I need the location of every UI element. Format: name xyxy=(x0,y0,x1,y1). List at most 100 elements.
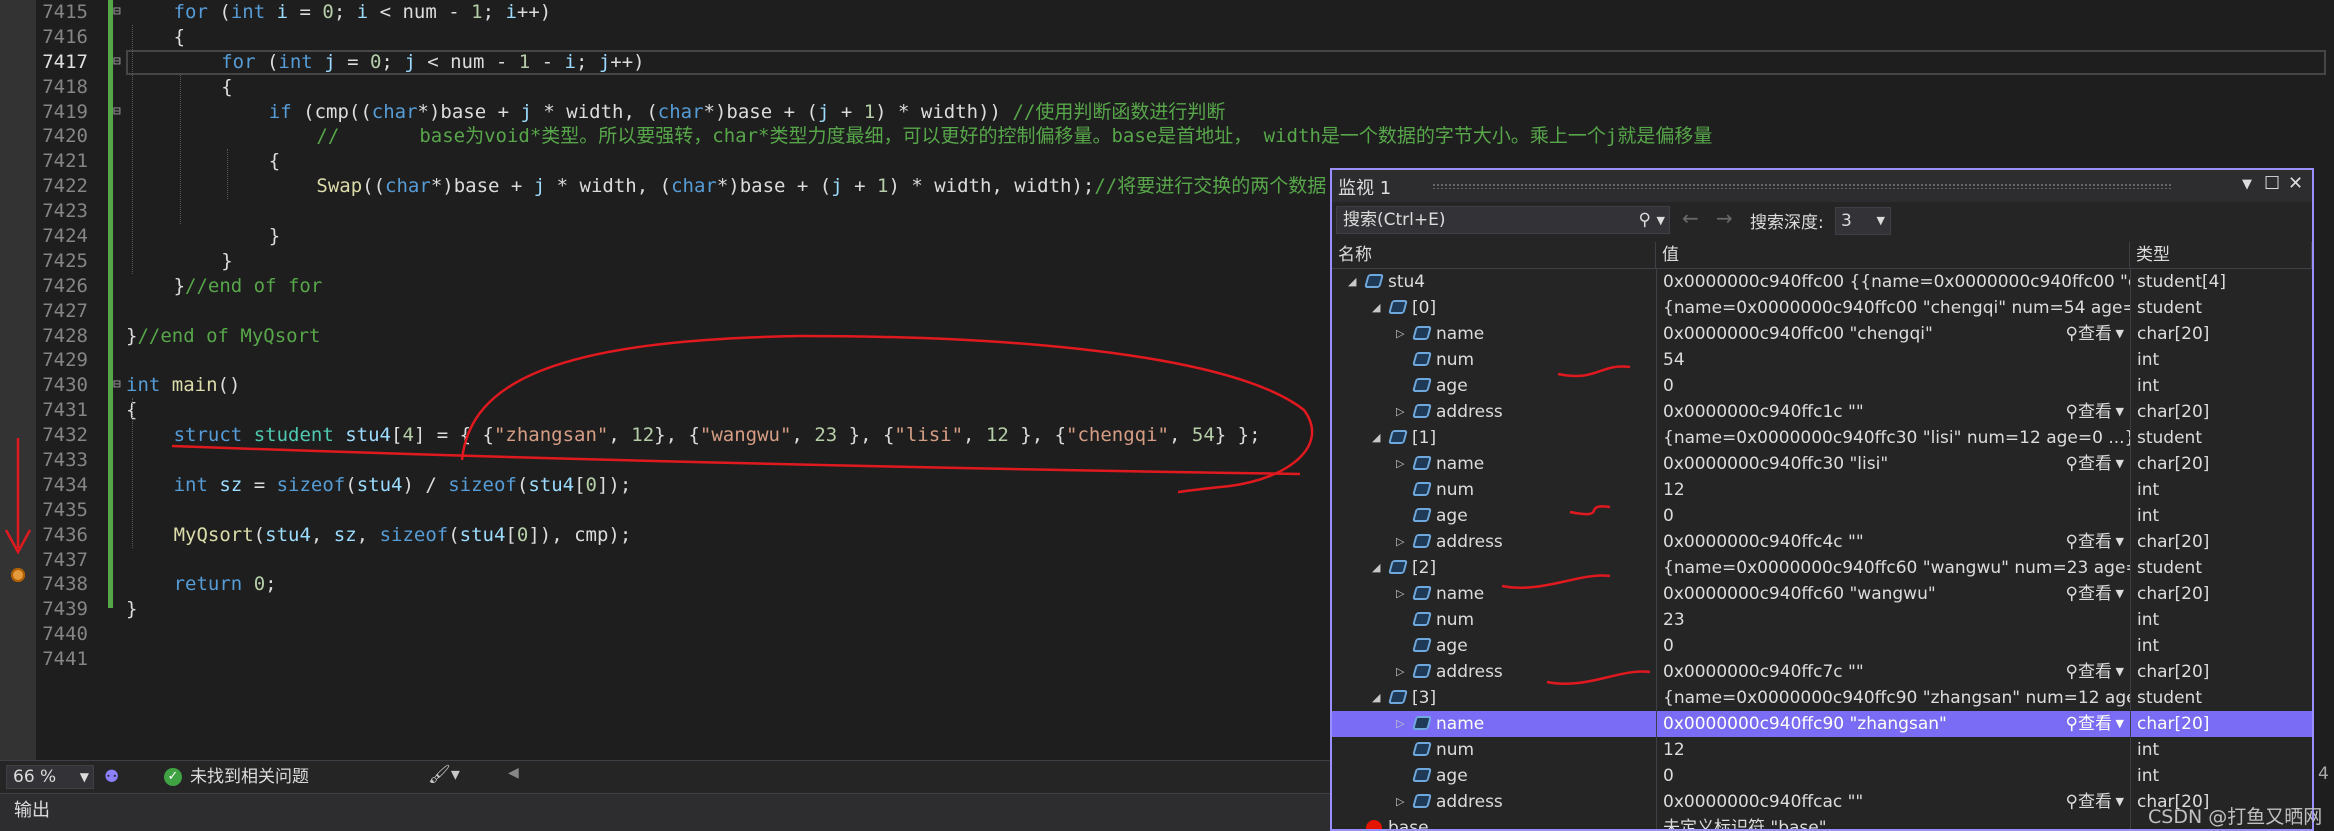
watch-value-cell[interactable]: 12 xyxy=(1656,477,2130,503)
chevron-down-icon[interactable]: ▼ xyxy=(2116,711,2124,737)
watch-value-cell[interactable]: {name=0x0000000c940ffc30 "lisi" num=12 a… xyxy=(1656,425,2130,451)
watch-item-name[interactable]: address xyxy=(1436,659,1503,685)
collapse-triangle-icon[interactable]: ◢ xyxy=(1372,685,1380,711)
fold-margin[interactable]: ⊟ ⊟ ⊟ ⊟ xyxy=(113,0,125,672)
zoom-select[interactable]: 66 % ▼ xyxy=(6,765,94,789)
watch-item-name[interactable]: address xyxy=(1436,529,1503,555)
watch-row[interactable]: age 0 int xyxy=(1332,763,2312,789)
fold-toggle-icon[interactable]: ⊟ xyxy=(113,373,125,398)
search-back-arrow-icon[interactable]: ← xyxy=(1682,206,1699,230)
code-line[interactable]: { xyxy=(126,25,2326,50)
code-line[interactable]: for (int i = 0; i < num - 1; i++) xyxy=(126,0,2326,25)
collapse-triangle-icon[interactable]: ◢ xyxy=(1372,295,1380,321)
collapse-triangle-icon[interactable]: ◢ xyxy=(1372,555,1380,581)
view-visualizer-button[interactable]: ⚲查看 xyxy=(2066,711,2112,737)
watch-value-cell[interactable]: {name=0x0000000c940ffc60 "wangwu" num=23… xyxy=(1656,555,2130,581)
code-line[interactable]: for (int j = 0; j < num - 1 - i; j++) xyxy=(126,49,2326,75)
drag-grip[interactable] xyxy=(1432,183,2172,189)
watch-item-name[interactable]: [2] xyxy=(1412,555,1436,581)
code-line[interactable]: // base为void*类型。所以要强转，char*类型力度最细，可以更好的控… xyxy=(126,124,2326,149)
chevron-down-icon[interactable]: ▼ xyxy=(2116,321,2124,347)
view-visualizer-button[interactable]: ⚲查看 xyxy=(2066,451,2112,477)
watch-value-cell[interactable]: 23 xyxy=(1656,607,2130,633)
watch-title-bar[interactable]: 监视 1 ▼ ☐ ✕ xyxy=(1332,170,2312,202)
column-name-header[interactable]: 名称 xyxy=(1332,242,1656,268)
watch-value-cell[interactable]: 12 xyxy=(1656,737,2130,763)
watch-row[interactable]: age 0 int xyxy=(1332,633,2312,659)
watch-item-name[interactable]: [0] xyxy=(1412,295,1436,321)
watch-item-name[interactable]: [3] xyxy=(1412,685,1436,711)
maximize-icon[interactable]: ☐ xyxy=(2264,173,2280,194)
watch-row[interactable]: ▷ address 0x0000000c940ffc1c "" ⚲查看 ▼ char[20… xyxy=(1332,399,2312,425)
watch-value-cell[interactable]: 0x0000000c940ffc00 "chengqi" ⚲查看 ▼ xyxy=(1656,321,2130,347)
collapse-triangle-icon[interactable]: ◢ xyxy=(1372,425,1380,451)
chevron-down-icon[interactable]: ▼ xyxy=(2116,399,2124,425)
watch-value-cell[interactable]: {name=0x0000000c940ffc00 "chengqi" num=5… xyxy=(1656,295,2130,321)
copilot-icon[interactable]: ⚉ xyxy=(104,767,119,787)
column-type-header[interactable]: 类型 xyxy=(2130,242,2312,268)
watch-item-name[interactable]: num xyxy=(1436,607,1474,633)
watch-row[interactable]: num 12 int xyxy=(1332,737,2312,763)
issues-status[interactable]: 未找到相关问题 xyxy=(190,765,309,789)
chevron-down-icon[interactable]: ▼ xyxy=(1657,208,1665,234)
window-menu-chevron-icon[interactable]: ▼ xyxy=(2242,177,2252,192)
watch-value-cell[interactable]: 0x0000000c940ffc60 "wangwu" ⚲查看 ▼ xyxy=(1656,581,2130,607)
watch-item-name[interactable]: age xyxy=(1436,373,1468,399)
watch-value-cell[interactable]: {name=0x0000000c940ffc90 "zhangsan" num=… xyxy=(1656,685,2130,711)
view-visualizer-button[interactable]: ⚲查看 xyxy=(2066,399,2112,425)
watch-row[interactable]: num 12 int xyxy=(1332,477,2312,503)
expand-triangle-icon[interactable]: ▷ xyxy=(1396,399,1404,425)
watch-row[interactable]: ◢ [2] {name=0x0000000c940ffc60 "wangwu" nu… xyxy=(1332,555,2312,581)
watch-value-cell[interactable]: 0x0000000c940ffc7c "" ⚲查看 ▼ xyxy=(1656,659,2130,685)
watch-item-name[interactable]: [1] xyxy=(1412,425,1436,451)
search-depth-select[interactable]: 3 ▼ xyxy=(1835,207,1891,235)
breakpoint-gutter[interactable] xyxy=(0,0,36,760)
expand-triangle-icon[interactable]: ▷ xyxy=(1396,789,1404,815)
search-input[interactable]: 搜索(Ctrl+E) ⚲ ▼ xyxy=(1336,206,1670,234)
watch-value-cell[interactable]: 0x0000000c940ffc4c "" ⚲查看 ▼ xyxy=(1656,529,2130,555)
watch-item-name[interactable]: address xyxy=(1436,789,1503,815)
watch-item-name[interactable]: age xyxy=(1436,763,1468,789)
current-statement-breakpoint-icon[interactable] xyxy=(11,568,25,582)
watch-row[interactable]: ▷ name 0x0000000c940ffc90 "zhangsan" ⚲查看 ▼ ch… xyxy=(1332,711,2312,737)
expand-triangle-icon[interactable]: ▷ xyxy=(1396,451,1404,477)
output-panel-tab[interactable]: 输出 xyxy=(0,793,1330,831)
search-icon[interactable]: ⚲ xyxy=(1639,207,1651,233)
view-visualizer-button[interactable]: ⚲查看 xyxy=(2066,581,2112,607)
watch-row[interactable]: num 54 int xyxy=(1332,347,2312,373)
expand-triangle-icon[interactable]: ▷ xyxy=(1396,711,1404,737)
watch-row[interactable]: ◢ [0] {name=0x0000000c940ffc00 "chengqi" n… xyxy=(1332,295,2312,321)
watch-value-cell[interactable]: 未定义标识符 "base" xyxy=(1656,815,2130,829)
chevron-down-icon[interactable]: ▼ xyxy=(2116,789,2124,815)
expand-triangle-icon[interactable]: ▷ xyxy=(1396,659,1404,685)
watch-value-cell[interactable]: 0x0000000c940ffc1c "" ⚲查看 ▼ xyxy=(1656,399,2130,425)
watch-row[interactable]: ◢ [3] {name=0x0000000c940ffc90 "zhangsan" … xyxy=(1332,685,2312,711)
watch-row[interactable]: ▷ name 0x0000000c940ffc60 "wangwu" ⚲查看 ▼ char… xyxy=(1332,581,2312,607)
watch-value-cell[interactable]: 54 xyxy=(1656,347,2130,373)
watch-row[interactable]: ◢ [1] {name=0x0000000c940ffc30 "lisi" num=… xyxy=(1332,425,2312,451)
view-visualizer-button[interactable]: ⚲查看 xyxy=(2066,529,2112,555)
view-visualizer-button[interactable]: ⚲查看 xyxy=(2066,659,2112,685)
watch-row[interactable]: ▷ name 0x0000000c940ffc30 "lisi" ⚲查看 ▼ char[2… xyxy=(1332,451,2312,477)
fold-toggle-icon[interactable]: ⊟ xyxy=(113,0,125,25)
watch-value-cell[interactable]: 0x0000000c940ffc90 "zhangsan" ⚲查看 ▼ xyxy=(1656,711,2130,737)
watch-item-name[interactable]: age xyxy=(1436,633,1468,659)
expand-triangle-icon[interactable]: ▷ xyxy=(1396,321,1404,347)
watch-value-cell[interactable]: 0 xyxy=(1656,373,2130,399)
watch-item-name[interactable]: name xyxy=(1436,581,1484,607)
watch-window[interactable]: 监视 1 ▼ ☐ ✕ 搜索(Ctrl+E) ⚲ ▼ ← → 搜索深度: 3 ▼ 名… xyxy=(1330,168,2314,831)
view-visualizer-button[interactable]: ⚲查看 xyxy=(2066,789,2112,815)
watch-row[interactable]: num 23 int xyxy=(1332,607,2312,633)
column-value-header[interactable]: 值 xyxy=(1656,242,2130,268)
watch-row[interactable]: ◢ stu4 0x0000000c940ffc00 {{name=0x0000000… xyxy=(1332,269,2312,295)
watch-item-name[interactable]: age xyxy=(1436,503,1468,529)
watch-item-name[interactable]: stu4 xyxy=(1388,269,1425,295)
watch-row[interactable]: ▷ address 0x0000000c940ffc7c "" ⚲查看 ▼ char[20… xyxy=(1332,659,2312,685)
fold-toggle-icon[interactable]: ⊟ xyxy=(113,100,125,125)
chevron-down-icon[interactable]: ▼ xyxy=(2116,659,2124,685)
watch-row[interactable]: ▷ name 0x0000000c940ffc00 "chengqi" ⚲查看 ▼ cha… xyxy=(1332,321,2312,347)
watch-row[interactable]: ▷ address 0x0000000c940ffc4c "" ⚲查看 ▼ char[20… xyxy=(1332,529,2312,555)
watch-item-name[interactable]: num xyxy=(1436,737,1474,763)
watch-item-name[interactable]: num xyxy=(1436,477,1474,503)
code-line[interactable]: if (cmp((char*)base + j * width, (char*)… xyxy=(126,100,2326,125)
